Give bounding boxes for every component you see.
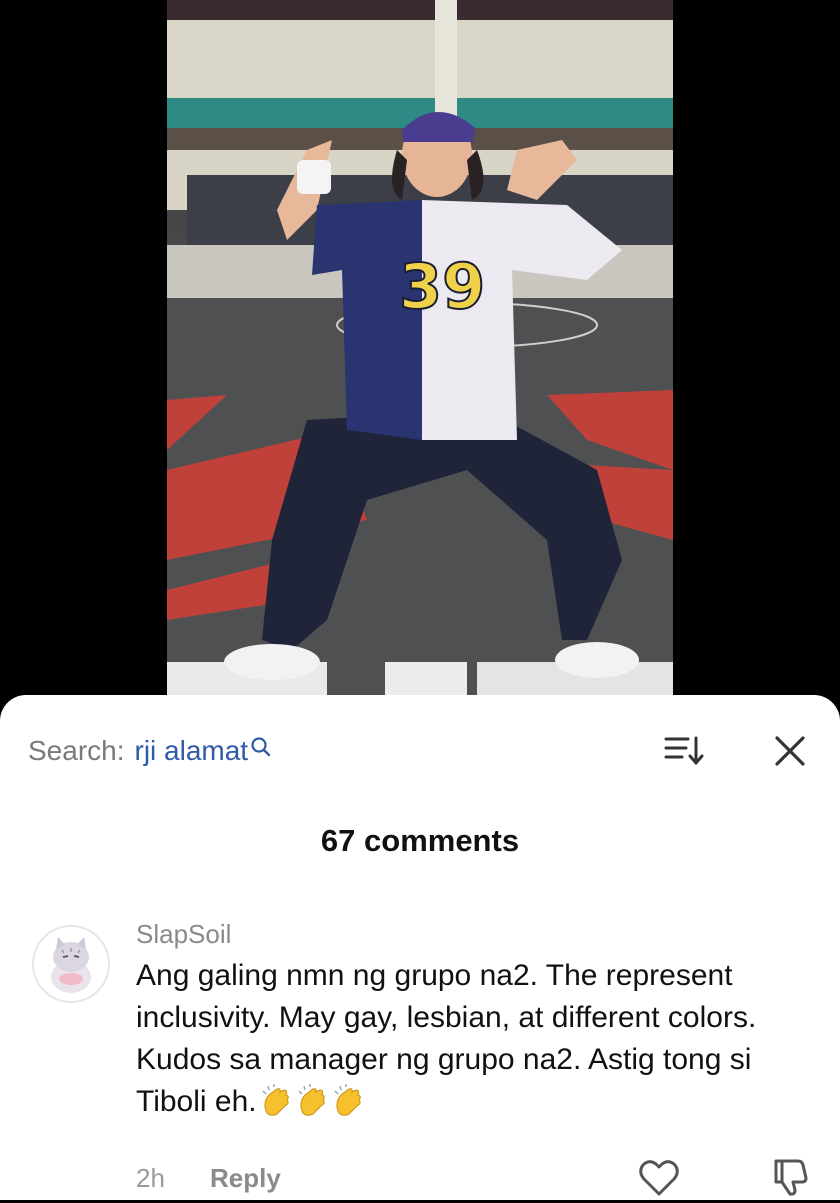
- video-frame: 39: [167, 0, 673, 720]
- comment-body: Ang galing nmn ng grupo na2. The represe…: [136, 955, 826, 1123]
- like-button[interactable]: [638, 1158, 680, 1198]
- avatar[interactable]: [32, 925, 110, 1003]
- search-icon: [250, 733, 272, 757]
- thumbs-down-icon: [774, 1159, 808, 1196]
- video-dancer-wristband: [297, 160, 331, 194]
- clapping-hands-icon: [295, 1083, 329, 1117]
- close-icon: [775, 736, 805, 766]
- close-button[interactable]: [772, 733, 808, 769]
- comment-timestamp: 2h: [136, 1163, 165, 1193]
- comments-count: 67 comments: [320, 823, 520, 858]
- video-dancer-shoe: [555, 642, 639, 678]
- clapping-hands-icon: [259, 1083, 293, 1117]
- comment-text: Ang galing nmn ng grupo na2. The represe…: [136, 959, 757, 1118]
- video-dancer-shoe: [224, 644, 320, 680]
- search-label: Search:: [28, 735, 125, 766]
- clapping-hands-icon: [331, 1083, 365, 1117]
- dislike-button[interactable]: [770, 1156, 812, 1198]
- heart-icon: [639, 1160, 679, 1196]
- video-still: 39: [167, 0, 673, 720]
- cat-avatar-icon: [51, 937, 91, 993]
- video-jersey-number: 39: [399, 250, 485, 323]
- comments-sheet: Search: rji alamat 67 comments SlapSoil …: [0, 695, 840, 1200]
- search-suggestion[interactable]: Search: rji alamat: [28, 731, 272, 771]
- video-player[interactable]: 39: [0, 0, 840, 720]
- video-upper-wall: [167, 20, 673, 100]
- comment-username[interactable]: SlapSoil: [136, 919, 231, 950]
- comment-meta: 2h Reply: [136, 1163, 281, 1194]
- sort-icon: [664, 736, 704, 765]
- sort-button[interactable]: [664, 735, 704, 767]
- search-term-link[interactable]: rji alamat: [135, 735, 249, 767]
- reply-button[interactable]: Reply: [210, 1163, 281, 1194]
- comment-item: SlapSoil Ang galing nmn ng grupo na2. Th…: [0, 913, 840, 1200]
